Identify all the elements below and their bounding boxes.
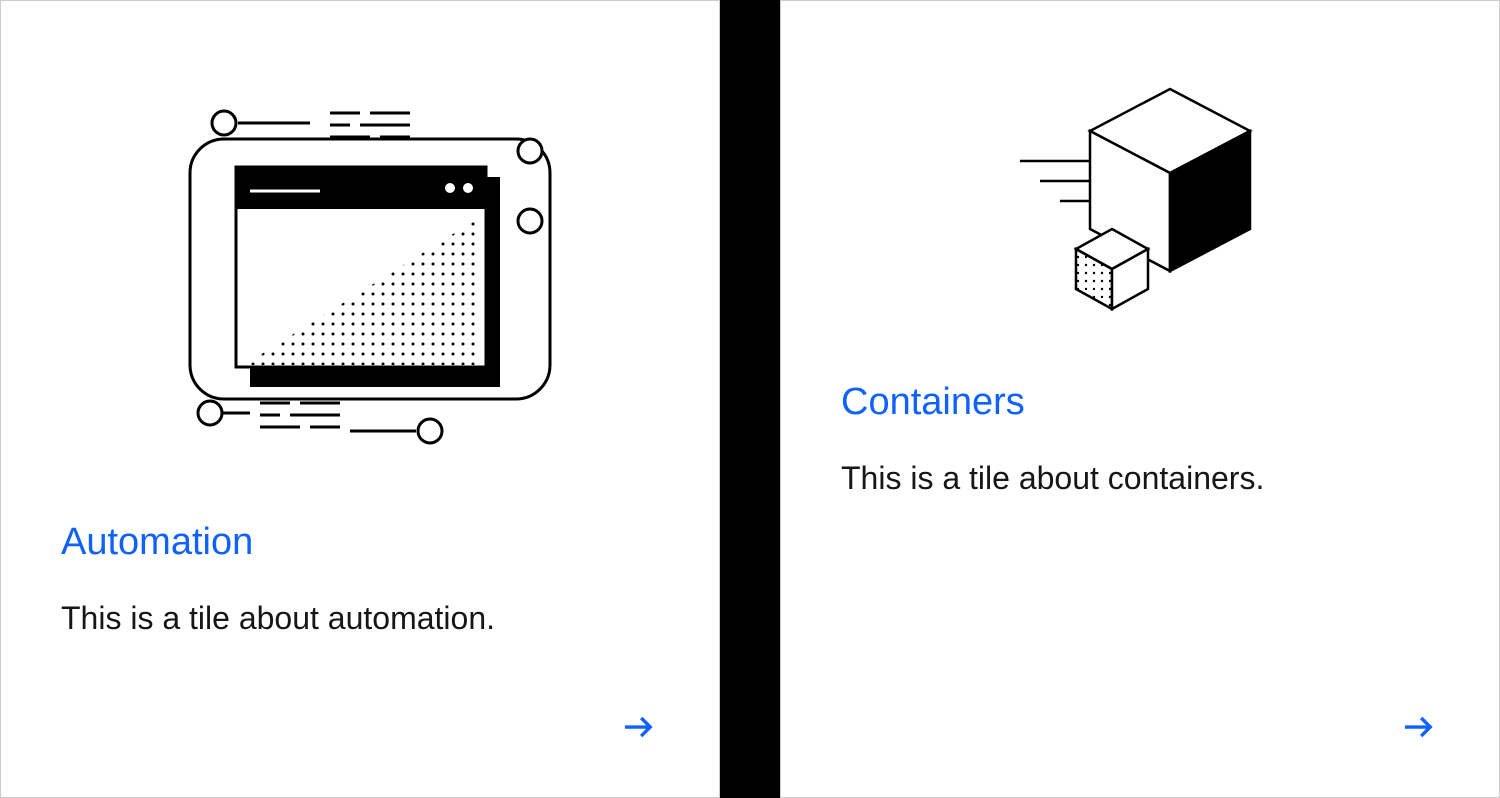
containers-illustration-icon [841, 61, 1439, 341]
tile-automation[interactable]: Automation This is a tile about automati… [0, 0, 720, 798]
automation-illustration-icon [61, 61, 659, 481]
tile-description: This is a tile about automation. [61, 600, 659, 637]
tile-containers[interactable]: Containers This is a tile about containe… [780, 0, 1500, 798]
arrow-right-icon[interactable] [619, 707, 659, 747]
arrow-right-icon[interactable] [1399, 707, 1439, 747]
tile-title: Containers [841, 381, 1439, 424]
tile-title: Automation [61, 521, 659, 564]
tile-description: This is a tile about containers. [841, 460, 1439, 497]
